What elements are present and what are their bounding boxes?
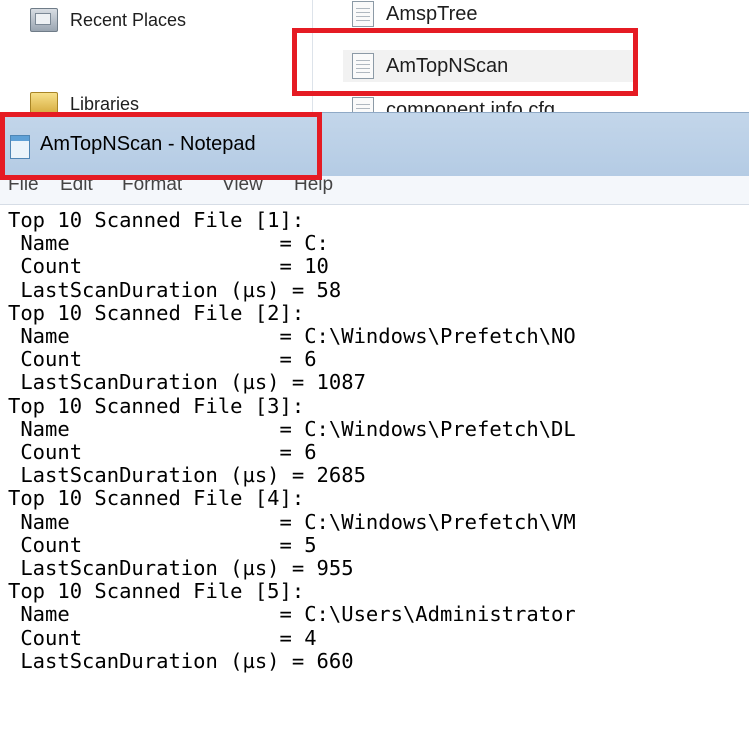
editor-line: Top 10 Scanned File [4]: — [8, 486, 305, 511]
nav-item-libraries[interactable]: Libraries — [30, 86, 139, 115]
editor-line: Name = C:\Windows\Prefetch\NO — [8, 324, 576, 349]
file-item-amsptree[interactable]: AmspTree — [352, 0, 478, 30]
recent-places-icon — [30, 8, 58, 32]
editor-line: Top 10 Scanned File [3]: — [8, 393, 305, 418]
notepad-icon — [10, 135, 30, 159]
menu-format[interactable]: Format — [122, 176, 182, 196]
nav-item-label: Recent Places — [70, 9, 187, 30]
editor-line: Top 10 Scanned File [1]: — [8, 208, 305, 232]
editor-line: Count = 6 — [8, 347, 317, 372]
menu-edit[interactable]: Edit — [60, 176, 93, 196]
editor-line: Count = 6 — [8, 440, 317, 465]
editor-line: Count = 4 — [8, 625, 317, 650]
menu-help[interactable]: Help — [294, 176, 333, 196]
window-title: AmTopNScan - Notepad — [40, 133, 256, 155]
editor-line: LastScanDuration (µs) = 955 — [8, 556, 354, 581]
explorer-window: Recent Places Libraries AmspTree AmTopNS… — [0, 0, 749, 115]
editor-line: LastScanDuration (µs) = 2685 — [8, 463, 366, 488]
editor-line: Name = C:\Windows\Prefetch\DL — [8, 416, 576, 441]
text-editor-area[interactable]: Top 10 Scanned File [1]: Name = C: Count… — [0, 205, 749, 736]
editor-line: Top 10 Scanned File [5]: — [8, 579, 305, 604]
nav-item-recent-places[interactable]: Recent Places — [30, 2, 186, 38]
text-file-icon — [352, 1, 374, 27]
file-item-amtopnscan[interactable]: AmTopNScan — [343, 50, 634, 82]
notepad-window: AmTopNScan - Notepad File Edit Format Vi… — [0, 112, 749, 736]
file-name: AmTopNScan — [386, 54, 509, 77]
editor-line: Count = 5 — [8, 532, 317, 557]
editor-line: Name = C:\Windows\Prefetch\VM — [8, 509, 576, 534]
editor-line: LastScanDuration (µs) = 58 — [8, 277, 342, 302]
text-file-icon — [352, 53, 374, 79]
navigation-pane: Recent Places Libraries — [0, 0, 313, 115]
editor-line: Name = C: — [8, 231, 329, 256]
file-name: AmspTree — [386, 2, 478, 25]
menu-view[interactable]: View — [222, 176, 263, 196]
title-bar[interactable]: AmTopNScan - Notepad — [0, 112, 749, 177]
editor-line: Count = 10 — [8, 254, 329, 279]
editor-line: LastScanDuration (µs) = 1087 — [8, 370, 366, 395]
editor-line: Top 10 Scanned File [2]: — [8, 300, 305, 325]
menu-file[interactable]: File — [8, 176, 39, 196]
menu-bar: File Edit Format View Help — [0, 176, 749, 205]
editor-line: LastScanDuration (µs) = 660 — [8, 648, 354, 673]
editor-line: Name = C:\Users\Administrator — [8, 602, 576, 627]
editor-text[interactable]: Top 10 Scanned File [1]: Name = C: Count… — [0, 205, 749, 673]
